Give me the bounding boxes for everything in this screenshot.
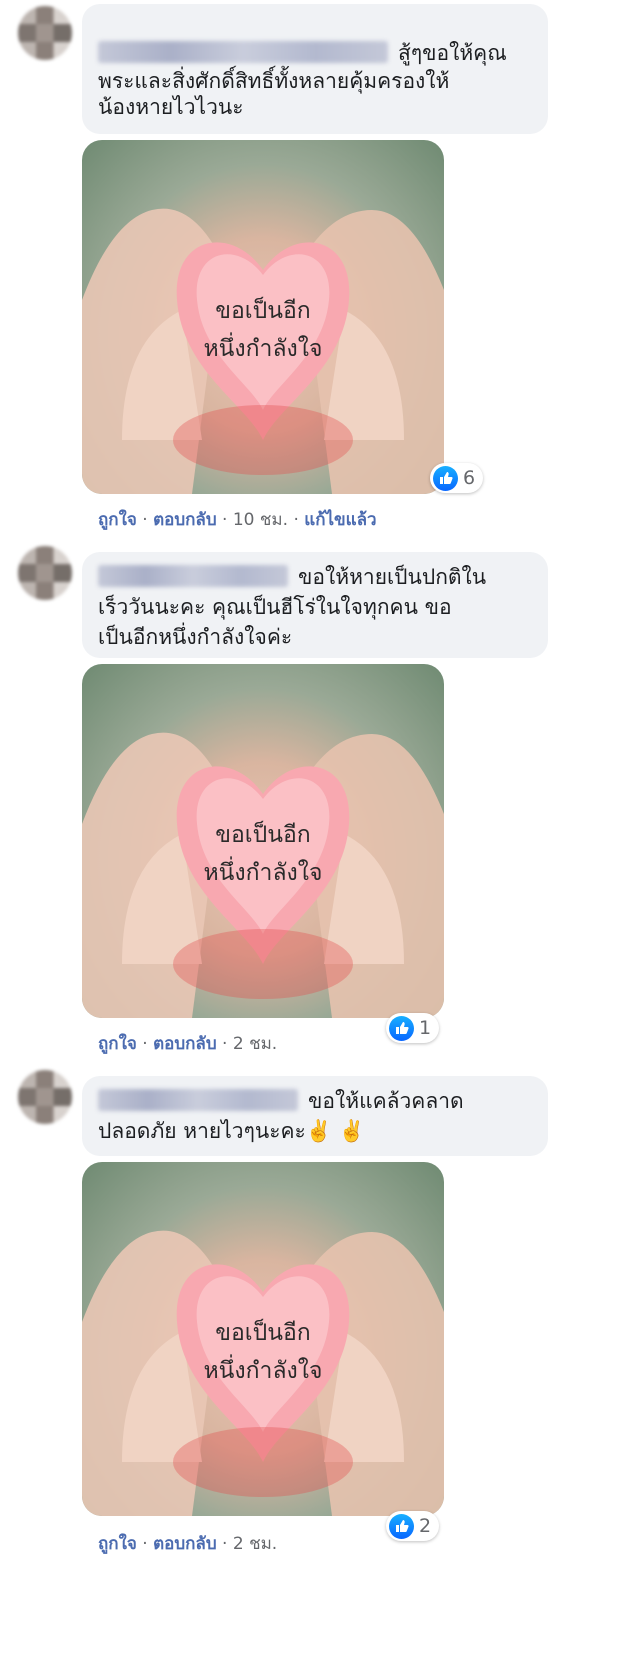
avatar[interactable] xyxy=(18,6,72,60)
comment-3: ขอให้แคล้วคลาด ปลอดภัย หายไวๆนะคะ✌️ ✌️ ข… xyxy=(0,1064,640,1664)
image-caption: ขอเป็นอีก หนึ่งกำลังใจ xyxy=(82,292,444,368)
reply-button[interactable]: ตอบกลับ xyxy=(153,510,217,530)
image-caption-line: หนึ่งกำลังใจ xyxy=(203,860,323,886)
commenter-name[interactable] xyxy=(98,41,388,63)
separator: · xyxy=(142,1034,148,1054)
like-icon xyxy=(389,1015,414,1041)
separator: · xyxy=(222,510,228,530)
comment-bubble: สู้ๆขอให้คุณ พระและสิ่งศักดิ์สิทธิ์ทั้งห… xyxy=(82,4,548,134)
image-caption: ขอเป็นอีก หนึ่งกำลังใจ xyxy=(82,1314,444,1390)
comment-time[interactable]: 2 ชม. xyxy=(233,1534,277,1554)
comment-image[interactable]: ขอเป็นอีก หนึ่งกำลังใจ xyxy=(82,140,444,494)
reply-button[interactable]: ตอบกลับ xyxy=(153,1034,217,1054)
avatar[interactable] xyxy=(18,1070,72,1124)
comment-image[interactable]: ขอเป็นอีก หนึ่งกำลังใจ xyxy=(82,664,444,1018)
comment-text: สู้ๆขอให้คุณ xyxy=(398,41,507,65)
comment-actions: ถูกใจ · ตอบกลับ · 10 ชม. · แก้ไขแล้ว xyxy=(98,506,377,533)
image-caption-line: ขอเป็นอีก xyxy=(215,298,311,324)
commenter-name[interactable] xyxy=(98,1089,298,1111)
image-caption-line: ขอเป็นอีก xyxy=(215,1320,311,1346)
edited-label[interactable]: แก้ไขแล้ว xyxy=(304,510,376,530)
comment-2: ขอให้หายเป็นปกติใน เร็ววันนะคะ คุณเป็นฮี… xyxy=(0,540,640,1060)
separator: · xyxy=(142,1534,148,1554)
image-caption-line: หนึ่งกำลังใจ xyxy=(203,1358,323,1384)
comment-bubble: ขอให้หายเป็นปกติใน เร็ววันนะคะ คุณเป็นฮี… xyxy=(82,552,548,658)
like-icon xyxy=(433,465,458,491)
comment-1: สู้ๆขอให้คุณ พระและสิ่งศักดิ์สิทธิ์ทั้งห… xyxy=(0,0,640,540)
reaction-count: 2 xyxy=(419,1515,432,1537)
separator: · xyxy=(293,510,299,530)
comment-text: ปลอดภัย หายไวๆนะคะ✌️ ✌️ xyxy=(98,1119,365,1143)
comment-text: เป็นอีกหนึ่งกำลังใจค่ะ xyxy=(98,625,293,649)
image-caption: ขอเป็นอีก หนึ่งกำลังใจ xyxy=(82,816,444,892)
reaction-count: 1 xyxy=(419,1017,432,1039)
reaction-count-badge[interactable]: 1 xyxy=(386,1013,440,1043)
comment-time[interactable]: 2 ชม. xyxy=(233,1034,277,1054)
image-caption-line: ขอเป็นอีก xyxy=(215,822,311,848)
comment-text: ขอให้หายเป็นปกติใน xyxy=(298,565,487,589)
avatar[interactable] xyxy=(18,546,72,600)
like-button[interactable]: ถูกใจ xyxy=(98,1534,137,1554)
reply-button[interactable]: ตอบกลับ xyxy=(153,1534,217,1554)
commenter-name[interactable] xyxy=(98,565,288,587)
image-caption-line: หนึ่งกำลังใจ xyxy=(203,336,323,362)
separator: · xyxy=(142,510,148,530)
comment-bubble: ขอให้แคล้วคลาด ปลอดภัย หายไวๆนะคะ✌️ ✌️ xyxy=(82,1076,548,1156)
reaction-count: 6 xyxy=(463,467,476,489)
comment-text: เร็ววันนะคะ คุณเป็นฮีโร่ในใจทุกคน ขอ xyxy=(98,595,452,619)
like-button[interactable]: ถูกใจ xyxy=(98,510,137,530)
reaction-count-badge[interactable]: 2 xyxy=(386,1511,440,1541)
separator: · xyxy=(222,1534,228,1554)
comment-actions: ถูกใจ · ตอบกลับ · 2 ชม. xyxy=(98,1030,277,1057)
like-icon xyxy=(389,1513,414,1539)
like-button[interactable]: ถูกใจ xyxy=(98,1034,137,1054)
comment-text: ขอให้แคล้วคลาด xyxy=(308,1089,464,1113)
comment-actions: ถูกใจ · ตอบกลับ · 2 ชม. xyxy=(98,1530,277,1557)
comment-text: น้องหายไวไวนะ xyxy=(98,95,244,119)
comment-image[interactable]: ขอเป็นอีก หนึ่งกำลังใจ xyxy=(82,1162,444,1516)
comment-time[interactable]: 10 ชม. xyxy=(233,510,288,530)
separator: · xyxy=(222,1034,228,1054)
reaction-count-badge[interactable]: 6 xyxy=(430,463,484,493)
